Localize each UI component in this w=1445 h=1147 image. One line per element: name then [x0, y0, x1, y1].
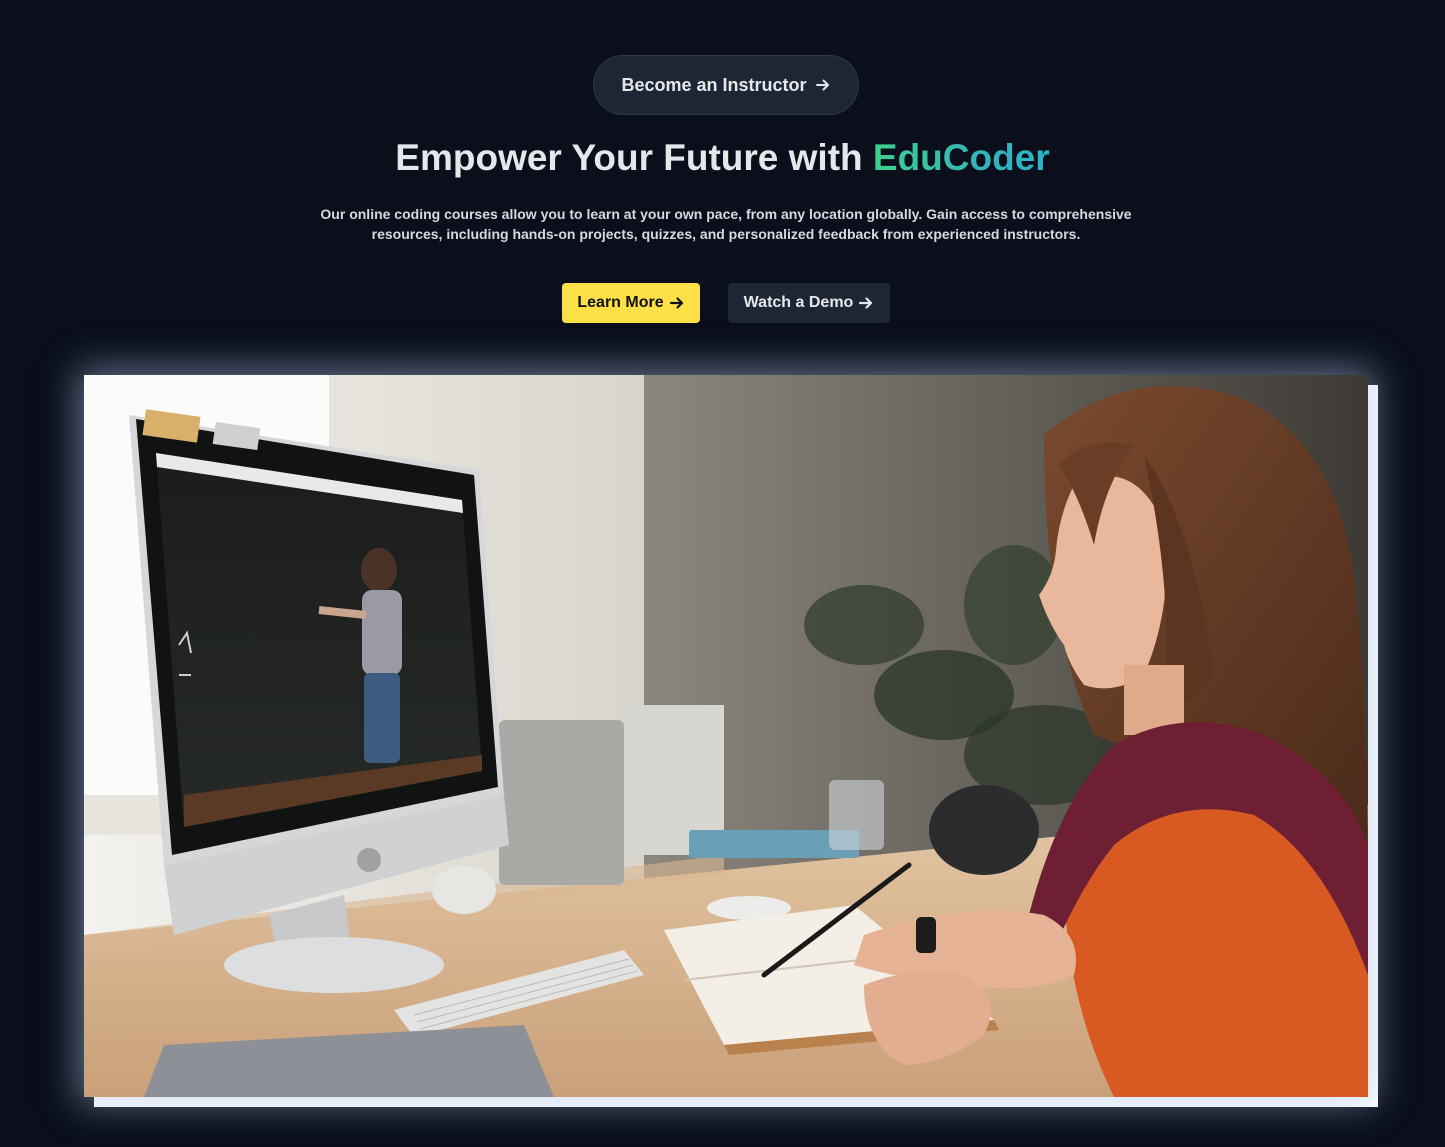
arrow-right-icon [858, 295, 874, 311]
watch-demo-button[interactable]: Watch a Demo [728, 283, 890, 323]
hero-section: Become an Instructor Empower Your Future… [0, 0, 1445, 1147]
watch-demo-label: Watch a Demo [743, 294, 854, 311]
become-instructor-button[interactable]: Become an Instructor [593, 55, 859, 115]
hero-subtitle: Our online coding courses allow you to l… [320, 206, 1132, 242]
arrow-right-icon [669, 295, 685, 311]
arrow-right-icon [815, 77, 831, 93]
learn-more-label: Learn More [577, 294, 664, 311]
become-instructor-label: Become an Instructor [621, 74, 807, 95]
hero-image [84, 375, 1368, 1097]
brand-name: EduCoder [872, 137, 1050, 178]
hero-title-prefix: Empower Your Future with [395, 137, 873, 178]
learn-more-button[interactable]: Learn More [562, 283, 700, 323]
hero-title: Empower Your Future with EduCoder [0, 137, 1445, 179]
